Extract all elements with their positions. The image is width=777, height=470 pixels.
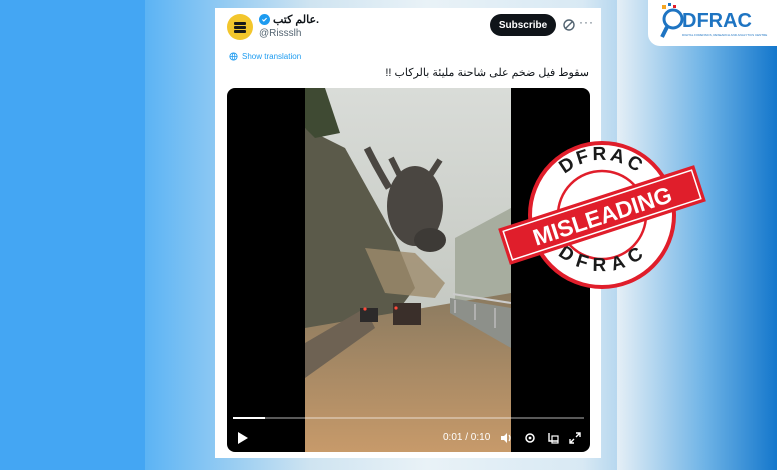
- grok-icon[interactable]: [562, 18, 576, 32]
- background-left: [0, 0, 145, 470]
- display-name[interactable]: عالم كتب.: [259, 13, 319, 26]
- logo-subtitle: DIGITAL FORENSICS, RESEARCH AND ANALYTIC…: [682, 33, 768, 37]
- tweet-text: سقوط فيل ضخم على شاحنة مليئة بالركاب !!: [385, 67, 589, 79]
- video-time: 0:01 / 0:10: [443, 432, 491, 443]
- show-translation-link[interactable]: Show translation: [229, 52, 301, 61]
- more-icon[interactable]: ···: [579, 15, 594, 29]
- fullscreen-icon[interactable]: [569, 432, 581, 444]
- volume-icon[interactable]: [500, 432, 512, 444]
- subscribe-button[interactable]: Subscribe: [490, 14, 556, 36]
- settings-icon[interactable]: [524, 432, 536, 444]
- picture-in-picture-icon[interactable]: [547, 432, 559, 444]
- video-progress-bar[interactable]: [233, 417, 584, 419]
- book-icon: [234, 22, 246, 33]
- video-progress-fill: [233, 417, 265, 419]
- avatar[interactable]: [227, 14, 253, 40]
- play-icon[interactable]: [237, 432, 248, 444]
- user-handle[interactable]: @Rissslh: [259, 28, 301, 39]
- globe-icon: [229, 52, 238, 61]
- misleading-stamp: DFRAC DFRAC MISLEADING: [498, 141, 706, 289]
- logo-text: DFRAC: [682, 10, 752, 32]
- show-translation-label: Show translation: [242, 52, 302, 61]
- verified-icon: [259, 14, 270, 25]
- video-frame: [305, 88, 511, 452]
- display-name-text: عالم كتب.: [273, 14, 320, 26]
- dfrac-logo: DFRAC DIGITAL FORENSICS, RESEARCH AND AN…: [648, 0, 777, 46]
